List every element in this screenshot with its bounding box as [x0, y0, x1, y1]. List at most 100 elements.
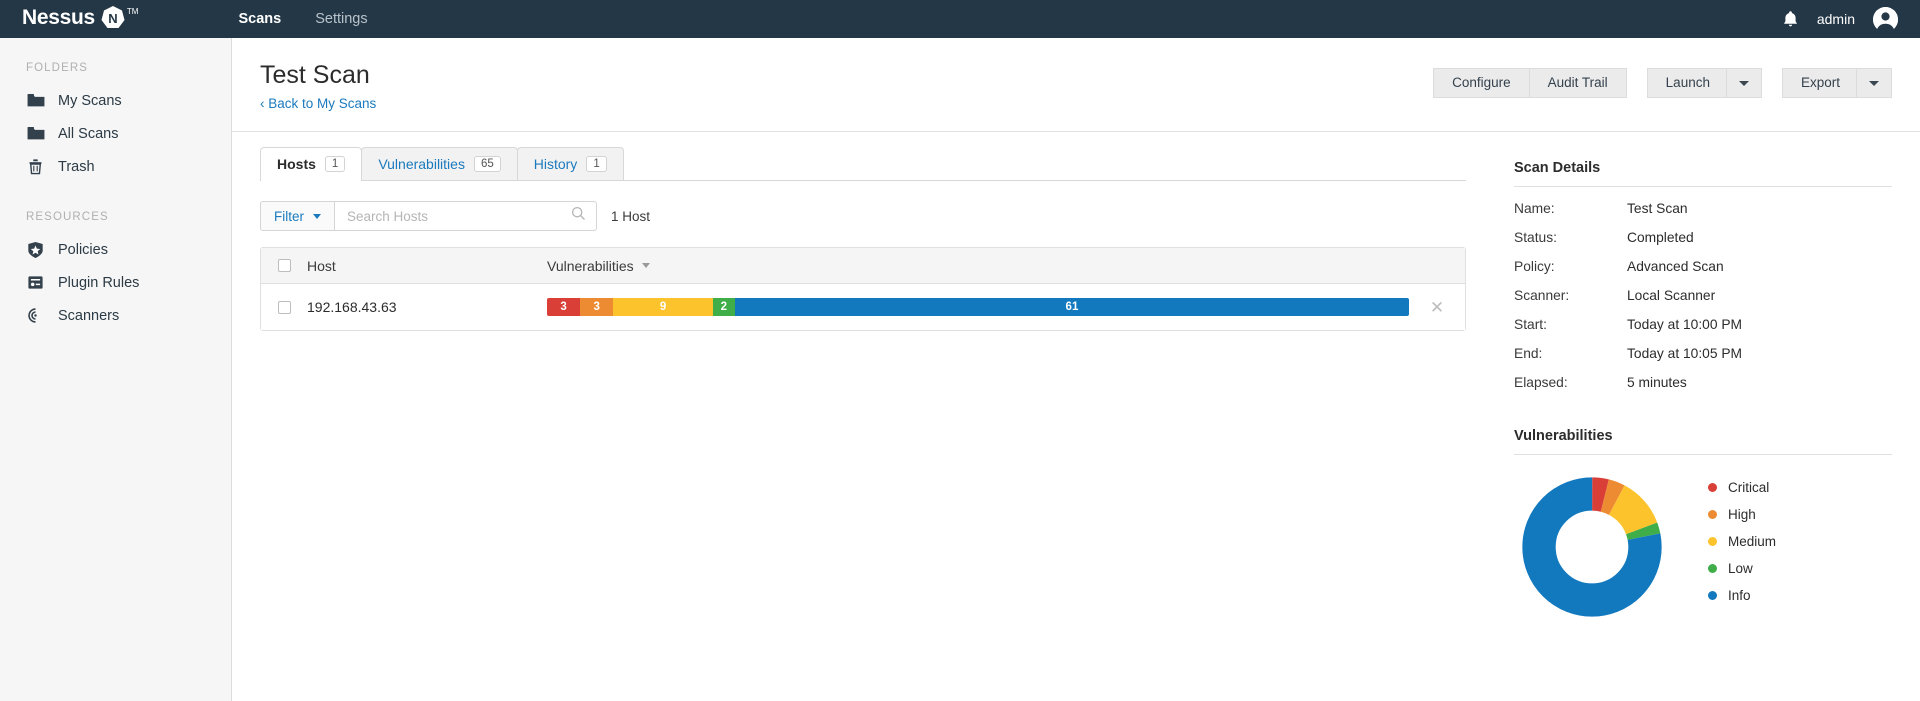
tab-badge: 1: [586, 156, 607, 172]
vulnerabilities-donut-chart: Critical High Medium Low Info: [1514, 477, 1892, 617]
severity-bar-cell: 3 3 9 2 61: [547, 298, 1409, 316]
legend-label: High: [1728, 506, 1756, 522]
column-header-label: Vulnerabilities: [547, 257, 634, 274]
close-icon[interactable]: ✕: [1430, 299, 1444, 316]
hosts-column: Hosts 1 Vulnerabilities 65 History 1 Fil…: [260, 132, 1492, 701]
page-title: Test Scan: [260, 61, 370, 89]
search-input[interactable]: [347, 208, 571, 224]
nav-item-settings[interactable]: Settings: [315, 0, 367, 38]
filter-button[interactable]: Filter: [260, 201, 335, 231]
plugin-rules-icon: [26, 273, 45, 292]
filter-button-label: Filter: [274, 208, 304, 224]
tab-vulnerabilities[interactable]: Vulnerabilities 65: [361, 147, 518, 180]
column-header-host[interactable]: Host: [307, 258, 547, 274]
column-header-vulnerabilities[interactable]: Vulnerabilities: [547, 258, 1409, 274]
sidebar-heading-folders: FOLDERS: [26, 62, 89, 74]
sidebar-item-label: All Scans: [58, 125, 119, 142]
top-bar-right-group: admin: [1782, 6, 1898, 32]
tab-label: History: [533, 156, 578, 172]
vulnerabilities-panel-title: Vulnerabilities: [1514, 428, 1892, 455]
sidebar: FOLDERS My Scans All Scans Trash RESOURC…: [0, 38, 232, 701]
sidebar-item-my-scans[interactable]: My Scans: [0, 84, 231, 117]
legend-item-high: High: [1708, 507, 1776, 522]
launch-dropdown-toggle[interactable]: [1726, 68, 1762, 98]
table-row[interactable]: 192.168.43.63 3 3 9 2 61 ✕: [261, 284, 1465, 330]
chevron-down-icon: [1738, 80, 1749, 86]
sidebar-item-label: Policies: [58, 241, 108, 258]
sidebar-item-policies[interactable]: Policies: [0, 233, 231, 266]
nav-item-scans[interactable]: Scans: [238, 0, 281, 38]
svg-text:N: N: [108, 11, 117, 26]
legend-item-critical: Critical: [1708, 480, 1776, 495]
configure-button[interactable]: Configure: [1433, 68, 1530, 98]
username-label[interactable]: admin: [1817, 11, 1855, 27]
scan-detail-end: End: Today at 10:05 PM: [1514, 346, 1892, 361]
search-icon[interactable]: [571, 206, 586, 226]
donut-slice-info[interactable]: [1522, 477, 1662, 617]
bell-icon[interactable]: [1782, 10, 1799, 29]
severity-segment-medium[interactable]: 9: [613, 298, 713, 316]
legend-color-swatch: [1708, 536, 1717, 546]
folder-icon: [26, 91, 45, 110]
scanner-icon: [26, 306, 45, 325]
tab-bar: Hosts 1 Vulnerabilities 65 History 1: [260, 147, 1466, 181]
details-column: Scan Details Name: Test Scan Status: Com…: [1492, 132, 1892, 701]
detail-value: Test Scan: [1627, 201, 1688, 216]
search-hosts-box[interactable]: [335, 201, 597, 231]
sidebar-item-scanners[interactable]: Scanners: [0, 299, 231, 332]
detail-key: End:: [1514, 346, 1543, 361]
severity-segment-critical[interactable]: 3: [547, 298, 581, 316]
select-all-checkbox[interactable]: [277, 259, 291, 272]
detail-value: Local Scanner: [1627, 288, 1716, 303]
legend-label: Medium: [1728, 533, 1777, 549]
sidebar-item-label: Scanners: [58, 307, 120, 324]
chevron-down-icon: [313, 213, 321, 219]
tab-hosts[interactable]: Hosts 1: [260, 147, 363, 181]
detail-key: Scanner:: [1514, 288, 1570, 303]
detail-value: 5 minutes: [1627, 375, 1687, 390]
export-dropdown-toggle[interactable]: [1857, 68, 1892, 98]
page-header: Test Scan ‹ Back to My Scans Configure A…: [232, 38, 1920, 132]
launch-button[interactable]: Launch: [1646, 68, 1727, 98]
configure-audit-group: Configure Audit Trail: [1433, 68, 1627, 98]
scan-detail-status: Status: Completed: [1514, 230, 1892, 245]
legend-color-swatch: [1708, 590, 1717, 600]
export-button[interactable]: Export: [1781, 68, 1857, 98]
severity-segment-low[interactable]: 2: [712, 298, 735, 316]
chevron-down-icon: [1869, 80, 1879, 86]
sidebar-item-trash[interactable]: Trash: [0, 150, 231, 183]
tab-badge: 65: [473, 156, 501, 172]
legend-item-medium: Medium: [1708, 534, 1776, 549]
launch-split-button: Launch: [1646, 68, 1762, 98]
scan-details-title: Scan Details: [1514, 160, 1892, 187]
hosts-table: Host Vulnerabilities 192.168.43.63 3 3 9…: [260, 247, 1466, 331]
table-header-row: Host Vulnerabilities: [261, 248, 1465, 284]
row-actions-cell: ✕: [1409, 299, 1465, 316]
header-actions: Configure Audit Trail Launch Export: [1433, 68, 1892, 98]
detail-key: Elapsed:: [1514, 375, 1568, 390]
donut-chart-svg: [1522, 477, 1662, 617]
sidebar-item-plugin-rules[interactable]: Plugin Rules: [0, 266, 231, 299]
legend-label: Low: [1728, 560, 1753, 576]
nessus-logo[interactable]: Nessus N TM: [22, 5, 138, 31]
severity-segment-high[interactable]: 3: [580, 298, 614, 316]
back-to-my-scans-link[interactable]: ‹ Back to My Scans: [260, 96, 376, 111]
severity-segment-info[interactable]: 61: [734, 298, 1409, 316]
nessus-badge-icon: N: [100, 5, 126, 31]
folder-icon: [26, 124, 45, 143]
legend-label: Critical: [1728, 479, 1770, 495]
host-address[interactable]: 192.168.43.63: [307, 299, 547, 315]
detail-value: Completed: [1627, 230, 1694, 245]
row-select-cell: [261, 300, 307, 314]
user-avatar-icon[interactable]: [1873, 6, 1898, 32]
legend-color-swatch: [1708, 563, 1717, 573]
sidebar-item-all-scans[interactable]: All Scans: [0, 117, 231, 150]
row-checkbox[interactable]: [277, 300, 291, 314]
audit-trail-button[interactable]: Audit Trail: [1529, 68, 1627, 98]
filter-row: Filter 1 Host: [260, 201, 1466, 231]
sort-descending-icon: [641, 263, 650, 268]
chart-legend: Critical High Medium Low Info: [1708, 480, 1776, 615]
legend-item-low: Low: [1708, 561, 1776, 576]
sidebar-item-label: Trash: [58, 158, 95, 175]
tab-history[interactable]: History 1: [516, 147, 624, 180]
